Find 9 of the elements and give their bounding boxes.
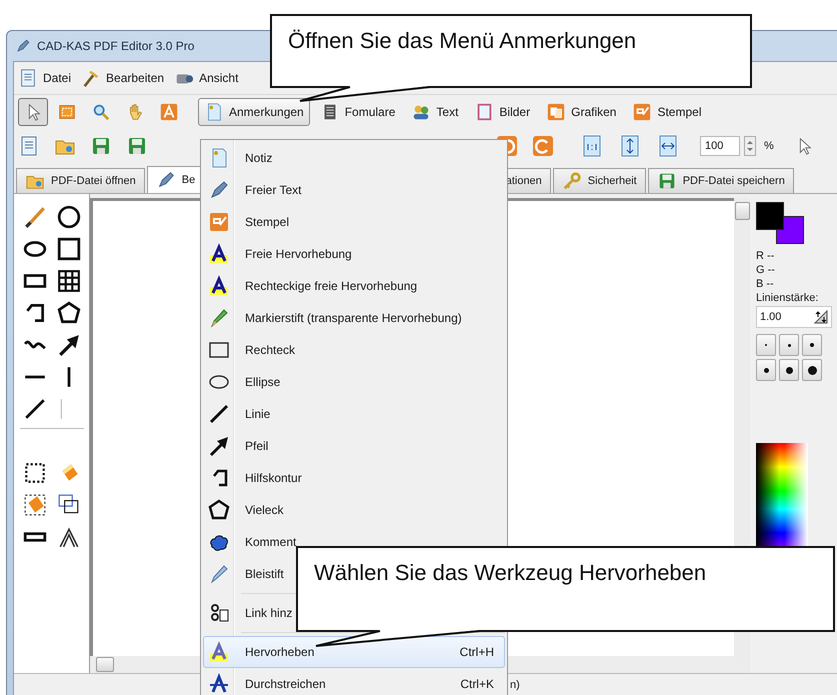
channel-value: R --: [756, 250, 776, 262]
line-width-label: Linienstärke:: [756, 292, 820, 304]
status-text: n): [510, 679, 520, 691]
zoom-unit: %: [764, 140, 774, 152]
shortcut-text: Ctrl+H: [460, 645, 494, 659]
channel-value: B --: [756, 278, 775, 290]
channel-value: G --: [756, 264, 776, 276]
window-title: CAD-KAS PDF Editor 3.0 Pro: [37, 39, 194, 53]
shortcut-text: Ctrl+K: [460, 677, 494, 691]
